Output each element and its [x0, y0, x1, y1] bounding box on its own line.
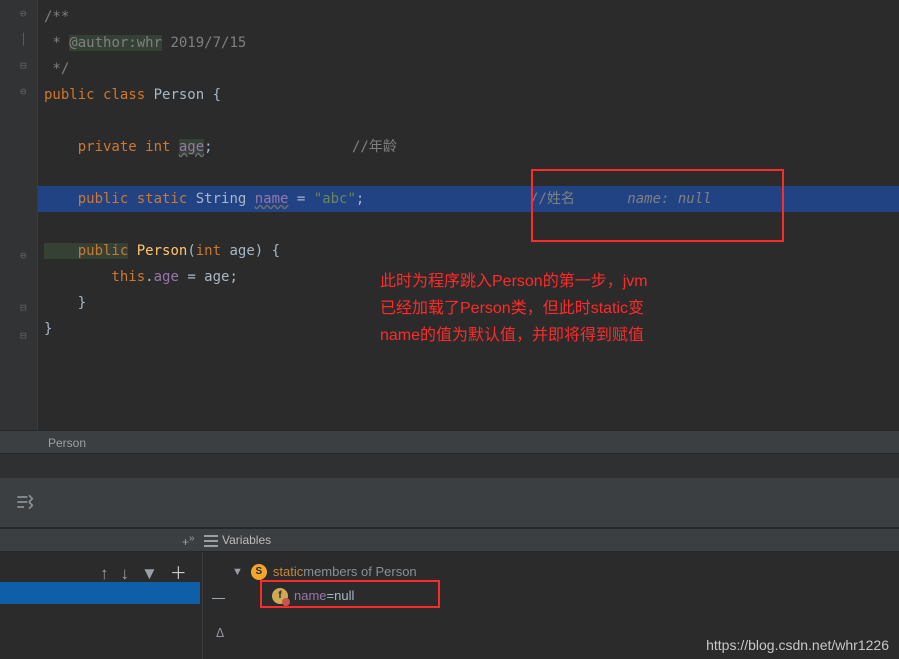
step-up-icon[interactable]: ↑ [100, 565, 109, 582]
inline-debug-hint: name: null [602, 186, 712, 212]
add-watch-icon[interactable]: ＋ [170, 565, 187, 582]
variables-separator [202, 552, 203, 659]
annotation-text: 此时为程序跳入Person的第一步，jvm 已经加载了Person类，但此时st… [380, 268, 648, 349]
gutter: ⊖ │ ⊟ ⊖ ⊖ ⊟ ⊟ [0, 0, 38, 430]
constructor-name: Person [128, 243, 187, 259]
breadcrumb[interactable]: Person [0, 430, 899, 454]
fold-close-icon[interactable]: ⊟ [20, 302, 27, 313]
fold-line-icon: │ [20, 34, 27, 45]
author-tag: @author:whr [69, 35, 162, 51]
variables-toolbar: ↑ ↓ ▼ ＋ [100, 560, 230, 586]
field-badge-icon: f [272, 588, 288, 604]
variables-menu-icon[interactable] [204, 534, 218, 548]
filter-icon[interactable]: ▼ [141, 565, 158, 582]
comment-name: //姓名 [530, 186, 575, 212]
debug-shortcut-bar [0, 478, 899, 528]
code-editor[interactable]: ⊖ │ ⊟ ⊖ ⊖ ⊟ ⊟ /** * @author:whr 2019/7/1… [0, 0, 899, 430]
step-shortcut-icon[interactable] [14, 492, 34, 512]
fold-close-icon[interactable]: ⊟ [20, 330, 27, 341]
fold-open-icon[interactable]: ⊖ [20, 8, 27, 19]
variables-title: Variables [222, 533, 271, 547]
collapse-icon[interactable]: ᐃ [216, 626, 224, 640]
variables-tree[interactable]: ▼ S static members of Person f name = nu… [232, 560, 417, 608]
field-age: age [179, 139, 204, 155]
tree-row-name[interactable]: f name = null [272, 584, 417, 608]
breadcrumb-item[interactable]: Person [48, 436, 86, 450]
expand-icon[interactable]: ▼ [232, 560, 243, 584]
static-badge-icon: S [251, 564, 267, 580]
step-down-icon[interactable]: ↓ [121, 565, 130, 582]
fold-open-icon[interactable]: ⊖ [20, 86, 27, 97]
watermark: https://blog.csdn.net/whr1226 [706, 637, 889, 653]
new-watch-icon[interactable]: +» [182, 533, 195, 549]
comment: /** [44, 9, 69, 25]
comment-age: //年龄 [352, 134, 397, 160]
fold-close-icon[interactable]: ⊟ [20, 60, 27, 71]
tree-row-static[interactable]: ▼ S static members of Person [232, 560, 417, 584]
current-execution-line: public static String name = "abc";//姓名 n… [38, 186, 899, 212]
field-name: name [255, 191, 289, 207]
variables-header: +» Variables [0, 528, 899, 552]
remove-watch-icon[interactable]: — [212, 590, 225, 605]
editor-empty-strip [0, 454, 899, 478]
fold-open-icon[interactable]: ⊖ [20, 250, 27, 261]
